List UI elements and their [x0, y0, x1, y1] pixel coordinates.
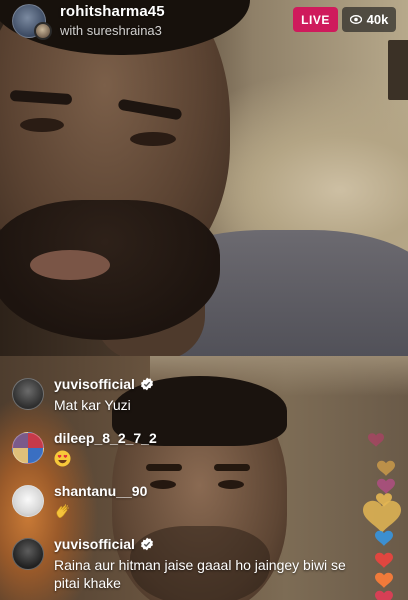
commenter-avatar[interactable]	[12, 538, 44, 570]
guest-avatar[interactable]	[34, 22, 52, 40]
verified-badge-icon	[140, 377, 153, 391]
with-guest-label[interactable]: with sureshraina3	[60, 23, 162, 38]
host-mouth	[30, 250, 110, 280]
comment-text: Mat kar Yuzi	[54, 397, 131, 413]
comment-text	[54, 503, 354, 524]
commenter-name-row: yuvisofficial	[54, 536, 154, 552]
guest-eye	[218, 480, 244, 489]
commenter-name-row: shantanu__90	[54, 483, 147, 499]
eye-icon	[349, 15, 362, 24]
guest-eye	[150, 480, 176, 489]
commenter-name-row: yuvisofficial	[54, 376, 154, 392]
commenter-username[interactable]: yuvisofficial	[54, 376, 135, 392]
heart-eyes-emoji	[54, 450, 71, 467]
comment-text	[54, 450, 354, 471]
commenter-username[interactable]: shantanu__90	[54, 483, 147, 499]
host-video-feed[interactable]	[0, 0, 408, 356]
commenter-avatar[interactable]	[12, 378, 44, 410]
live-header: rohitsharma45 with sureshraina3 LIVE 40k	[0, 0, 408, 46]
clapping-hands-emoji	[56, 504, 69, 518]
wall-frame	[388, 40, 408, 100]
host-eye	[130, 132, 176, 146]
commenter-avatar[interactable]	[12, 432, 44, 464]
commenter-username[interactable]: yuvisofficial	[54, 536, 135, 552]
comment-text: Raina aur hitman jaise gaaal ho jaingey …	[54, 557, 346, 591]
live-badge: LIVE	[293, 7, 338, 32]
viewer-count: 40k	[366, 12, 389, 27]
live-broadcast-screen: rohitsharma45 with sureshraina3 LIVE 40k…	[0, 0, 408, 600]
viewer-count-button[interactable]: 40k	[342, 7, 396, 32]
host-eye	[20, 118, 64, 132]
host-username[interactable]: rohitsharma45	[60, 3, 165, 20]
verified-badge-icon	[140, 537, 153, 551]
commenter-avatar[interactable]	[12, 485, 44, 517]
commenter-name-row: dileep_8_2_7_2	[54, 430, 157, 446]
commenter-username[interactable]: dileep_8_2_7_2	[54, 430, 157, 446]
